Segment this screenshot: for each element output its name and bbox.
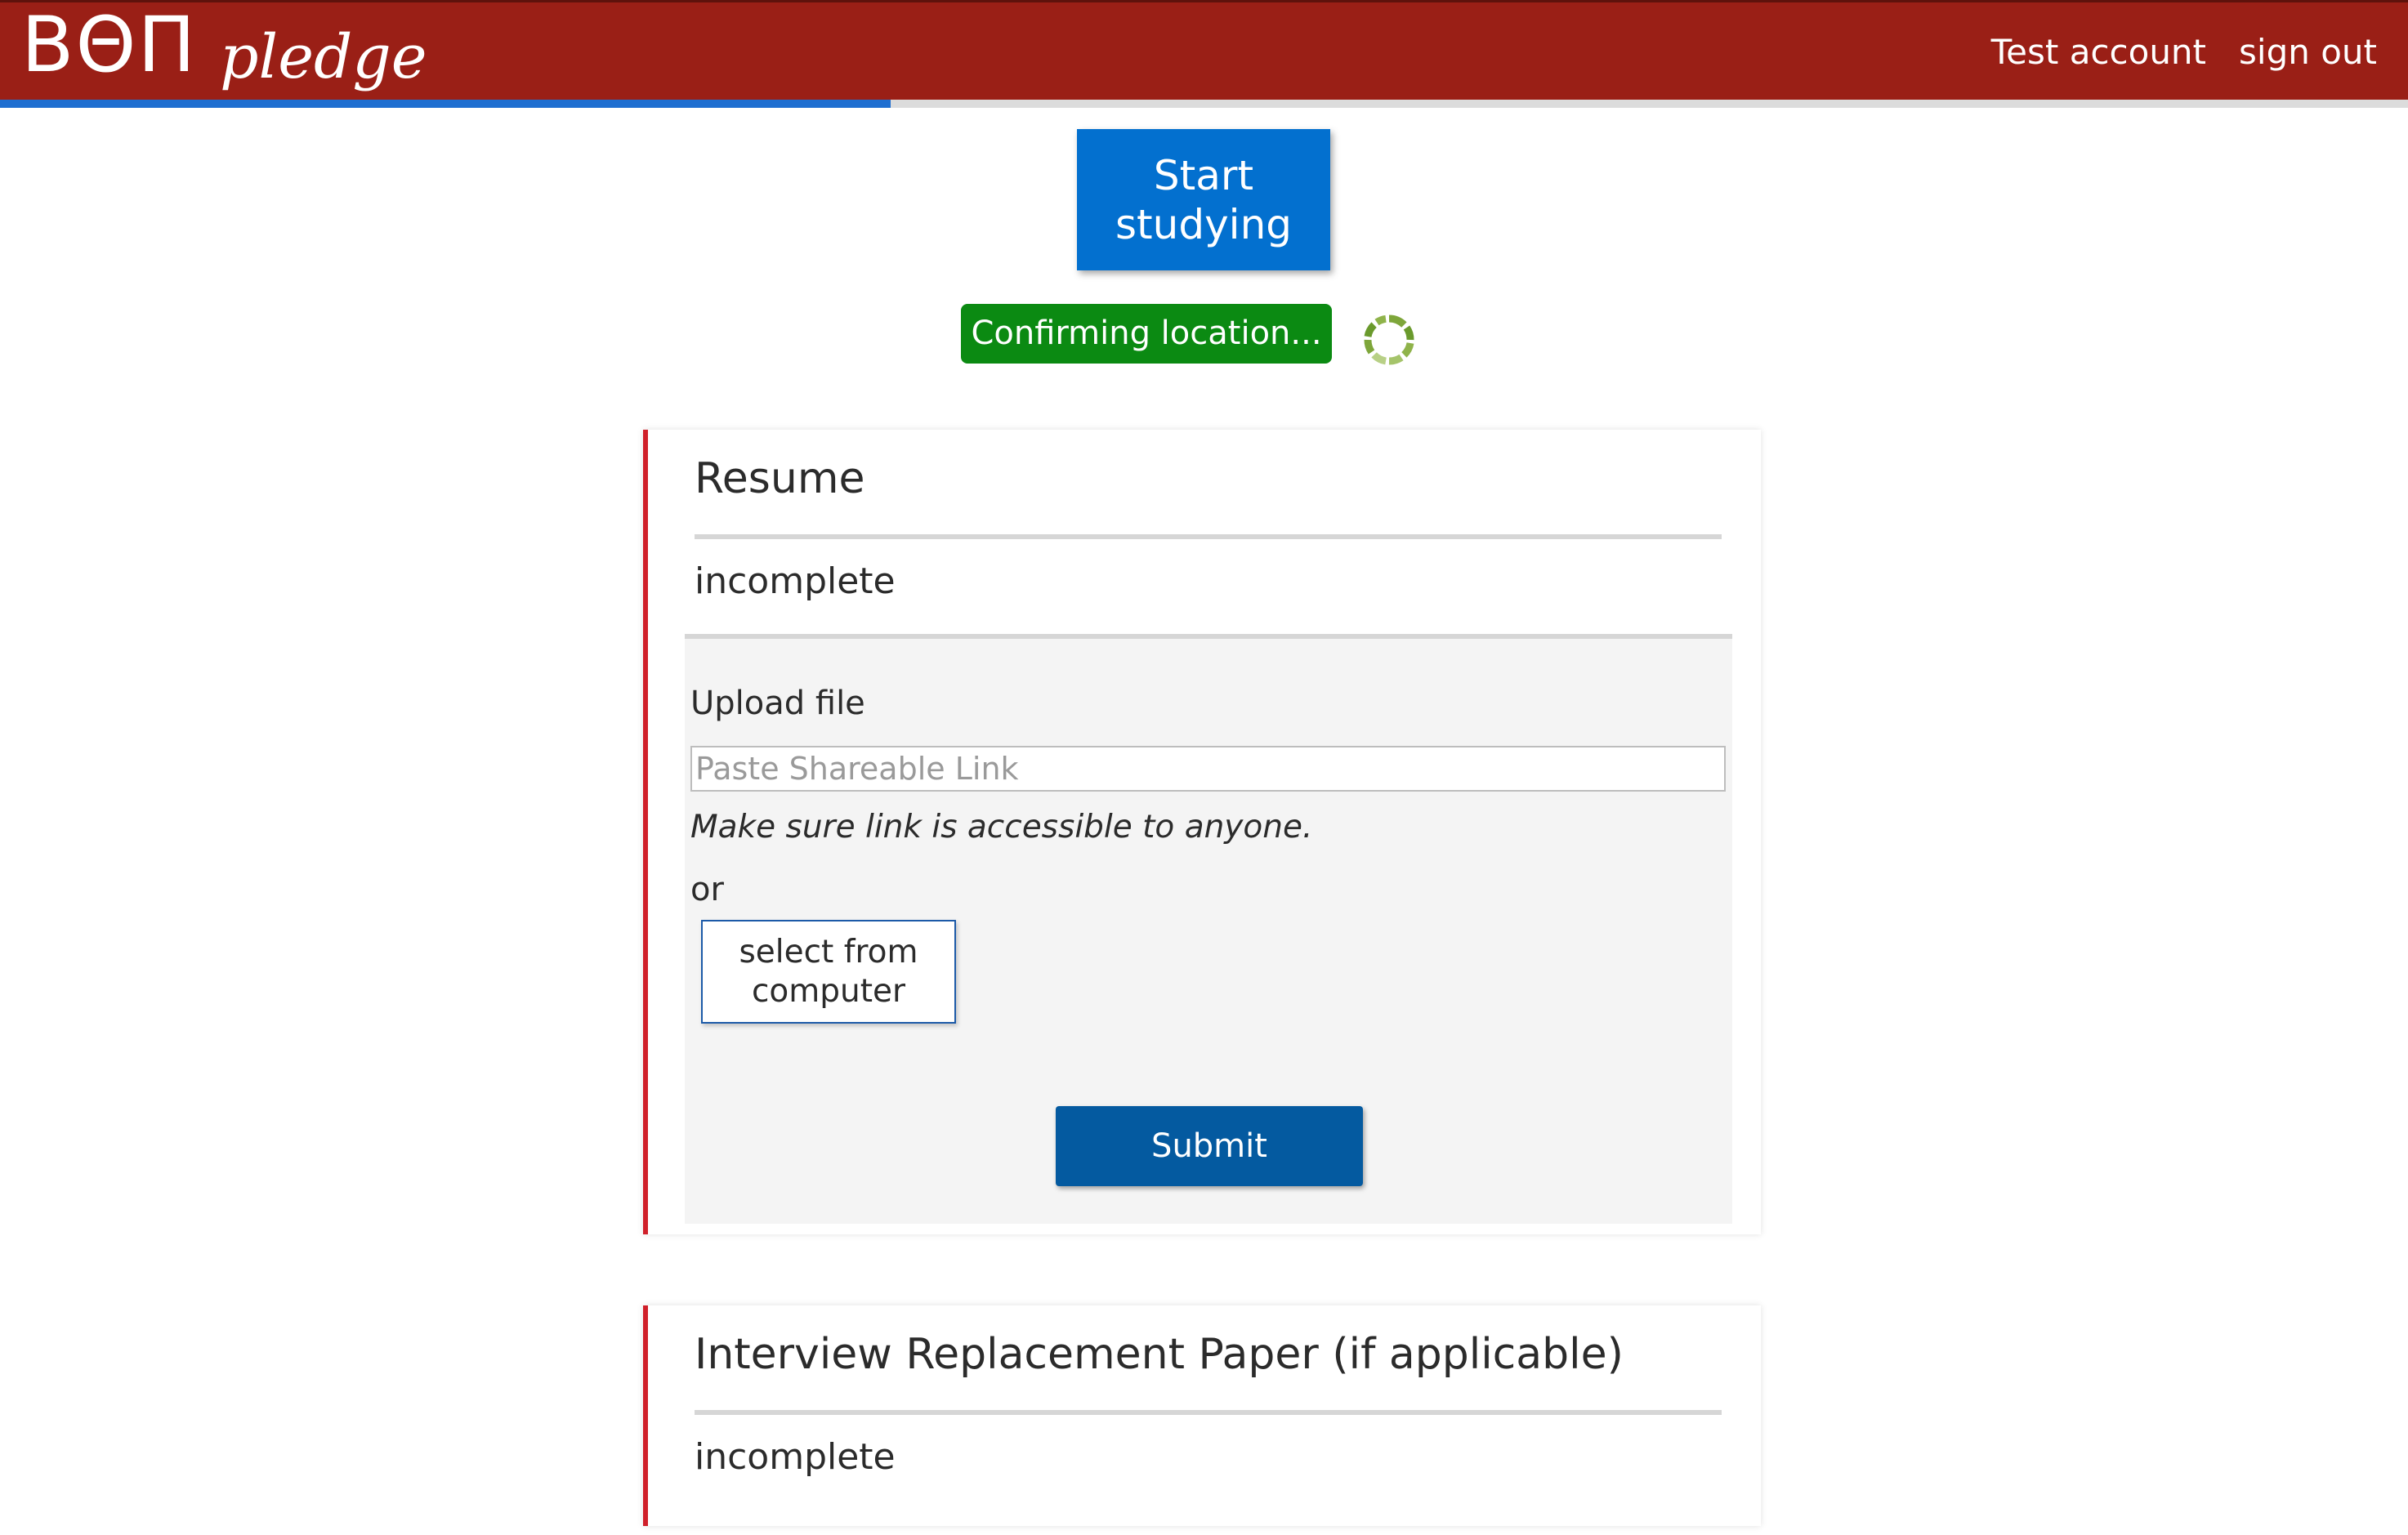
account-nav: Test account sign out (1991, 32, 2377, 72)
upload-panel: Upload file Make sure link is accessible… (685, 634, 1732, 1224)
resume-card: Resume incomplete Upload file Make sure … (643, 430, 1761, 1234)
page-progress-bar (0, 100, 2408, 108)
upload-file-label: Upload file (690, 685, 865, 722)
location-status-badge: Confirming location... (961, 304, 1332, 364)
or-separator: or (690, 871, 724, 908)
shareable-link-input[interactable] (690, 746, 1726, 792)
select-from-computer-button[interactable]: select from computer (701, 920, 956, 1024)
card-divider (695, 1410, 1722, 1415)
card-title: Interview Replacement Paper (if applicab… (695, 1330, 1624, 1379)
card-divider (695, 534, 1722, 539)
brand-letters: ΒΘΠ (21, 1, 198, 90)
page-progress-fill (0, 100, 891, 108)
loading-spinner-icon (1364, 315, 1414, 365)
sign-out-link[interactable]: sign out (2239, 32, 2377, 72)
card-status: incomplete (695, 1436, 896, 1478)
card-title: Resume (695, 454, 865, 503)
submit-button[interactable]: Submit (1056, 1106, 1363, 1186)
card-status: incomplete (695, 560, 896, 602)
link-hint-text: Make sure link is accessible to anyone. (690, 809, 1313, 846)
interview-card: Interview Replacement Paper (if applicab… (643, 1305, 1761, 1526)
start-studying-button[interactable]: Start studying (1077, 129, 1330, 270)
brand-word: pledge (220, 22, 427, 92)
account-link[interactable]: Test account (1991, 32, 2206, 72)
top-navbar: ΒΘΠ pledge Test account sign out (0, 0, 2408, 100)
brand-logo[interactable]: ΒΘΠ pledge (21, 6, 427, 96)
